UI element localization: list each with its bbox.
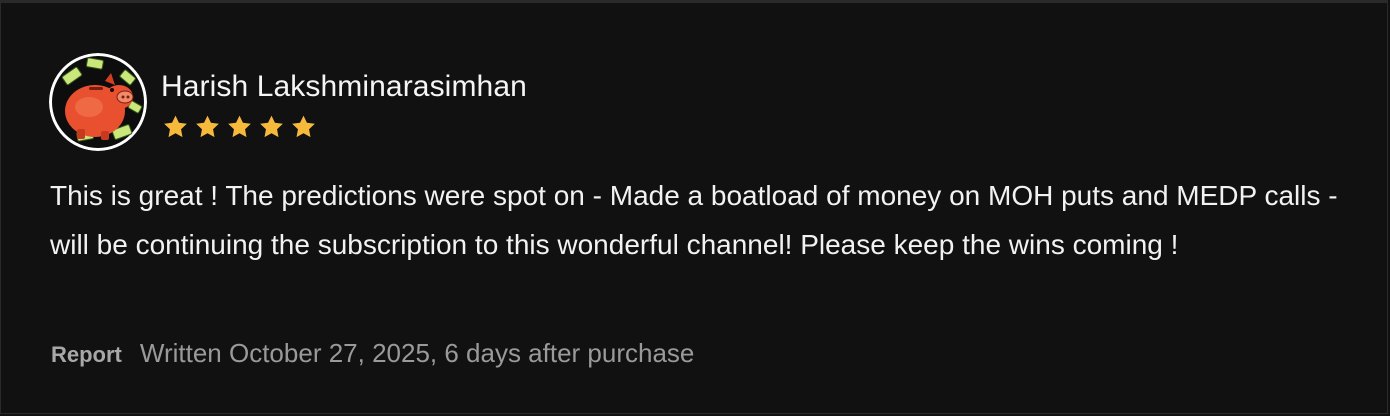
star-icon — [292, 115, 315, 138]
review-card: Harish Lakshminarasimhan This is great !… — [0, 0, 1388, 414]
avatar[interactable] — [49, 53, 147, 151]
piggy-bank-with-money-icon — [49, 53, 147, 151]
report-link[interactable]: Report — [51, 342, 122, 368]
review-meta: Report Written October 27, 2025, 6 days … — [51, 338, 694, 369]
star-icon — [196, 115, 219, 138]
star-icon — [164, 115, 187, 138]
written-date: Written October 27, 2025, 6 days after p… — [139, 338, 695, 368]
review-text: This is great ! The predictions were spo… — [50, 180, 1338, 260]
reviewer-identity: Harish Lakshminarasimhan — [161, 69, 527, 141]
star-rating — [161, 113, 527, 141]
reviewer-name: Harish Lakshminarasimhan — [161, 70, 527, 103]
star-icon — [260, 115, 283, 138]
star-icon — [228, 115, 251, 138]
review-header: Harish Lakshminarasimhan — [49, 53, 527, 151]
